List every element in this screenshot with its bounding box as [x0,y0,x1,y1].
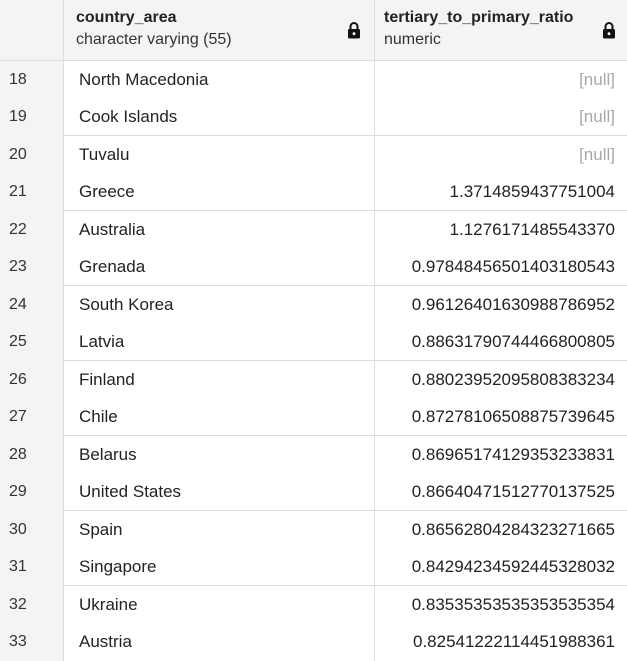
row-number[interactable]: 28 [0,436,63,474]
table-row[interactable]: 20Tuvalu[null] [0,135,627,174]
column-header-tertiary-ratio[interactable]: tertiary_to_primary_ratio numeric [374,0,627,60]
table-row[interactable]: 21Greece1.3714859437751004 [0,174,627,212]
cell-country-area[interactable]: Australia [63,211,374,249]
cell-tertiary-ratio[interactable]: 1.1276171485543370 [374,211,627,249]
grid-header: country_area character varying (55) tert… [0,0,627,61]
cell-tertiary-ratio[interactable]: 0.86965174129353233831 [374,436,627,474]
cell-tertiary-ratio[interactable]: [null] [374,136,627,174]
cell-tertiary-ratio[interactable]: 0.84294234592445328032 [374,549,627,587]
cell-tertiary-ratio[interactable]: 1.3714859437751004 [374,174,627,212]
grid-body: 18North Macedonia[null]19Cook Islands[nu… [0,61,627,661]
cell-country-area[interactable]: Austria [63,624,374,661]
cell-country-area[interactable]: Tuvalu [63,136,374,174]
cell-country-area[interactable]: Grenada [63,249,374,287]
row-number[interactable]: 26 [0,361,63,399]
table-row[interactable]: 29United States0.86640471512770137525 [0,474,627,512]
cell-country-area[interactable]: United States [63,474,374,512]
cell-tertiary-ratio[interactable]: 0.83535353535353535354 [374,586,627,624]
table-row[interactable]: 23Grenada0.97848456501403180543 [0,249,627,287]
cell-country-area[interactable]: South Korea [63,286,374,324]
table-row[interactable]: 28Belarus0.86965174129353233831 [0,435,627,474]
cell-tertiary-ratio[interactable]: 0.86562804284323271665 [374,511,627,549]
cell-country-area[interactable]: North Macedonia [63,61,374,99]
cell-tertiary-ratio[interactable]: 0.96126401630988786952 [374,286,627,324]
table-row[interactable]: 31Singapore0.84294234592445328032 [0,549,627,587]
lock-icon [347,21,361,39]
cell-tertiary-ratio[interactable]: [null] [374,61,627,99]
table-row[interactable]: 18North Macedonia[null] [0,61,627,99]
table-row[interactable]: 24South Korea0.96126401630988786952 [0,285,627,324]
table-row[interactable]: 27Chile0.87278106508875739645 [0,399,627,437]
cell-tertiary-ratio[interactable]: 0.88631790744466800805 [374,324,627,362]
row-number[interactable]: 22 [0,211,63,249]
result-grid: country_area character varying (55) tert… [0,0,627,661]
table-row[interactable]: 26Finland0.88023952095808383234 [0,360,627,399]
cell-country-area[interactable]: Latvia [63,324,374,362]
row-number[interactable]: 24 [0,286,63,324]
cell-country-area[interactable]: Finland [63,361,374,399]
lock-icon [602,21,616,39]
cell-country-area[interactable]: Spain [63,511,374,549]
table-row[interactable]: 25Latvia0.88631790744466800805 [0,324,627,362]
table-row[interactable]: 30Spain0.86562804284323271665 [0,510,627,549]
row-number[interactable]: 18 [0,61,63,99]
cell-tertiary-ratio[interactable]: 0.88023952095808383234 [374,361,627,399]
row-number[interactable]: 30 [0,511,63,549]
cell-tertiary-ratio[interactable]: 0.86640471512770137525 [374,474,627,512]
row-number[interactable]: 23 [0,249,63,287]
row-number[interactable]: 25 [0,324,63,362]
table-row[interactable]: 19Cook Islands[null] [0,99,627,137]
column-type: character varying (55) [76,29,374,51]
cell-tertiary-ratio[interactable]: [null] [374,99,627,137]
cell-country-area[interactable]: Greece [63,174,374,212]
column-name: tertiary_to_primary_ratio [384,8,627,28]
column-name: country_area [76,8,374,28]
row-number[interactable]: 29 [0,474,63,512]
row-number[interactable]: 20 [0,136,63,174]
table-row[interactable]: 22Australia1.1276171485543370 [0,210,627,249]
row-number[interactable]: 32 [0,586,63,624]
cell-country-area[interactable]: Ukraine [63,586,374,624]
row-number[interactable]: 33 [0,624,63,661]
cell-country-area[interactable]: Chile [63,399,374,437]
row-number-header[interactable] [0,0,63,60]
table-row[interactable]: 33Austria0.82541222114451988361 [0,624,627,661]
column-header-country-area[interactable]: country_area character varying (55) [63,0,374,60]
cell-country-area[interactable]: Belarus [63,436,374,474]
row-number[interactable]: 19 [0,99,63,137]
table-row[interactable]: 32Ukraine0.83535353535353535354 [0,585,627,624]
cell-tertiary-ratio[interactable]: 0.87278106508875739645 [374,399,627,437]
column-type: numeric [384,29,627,51]
cell-tertiary-ratio[interactable]: 0.97848456501403180543 [374,249,627,287]
cell-country-area[interactable]: Singapore [63,549,374,587]
row-number[interactable]: 31 [0,549,63,587]
cell-country-area[interactable]: Cook Islands [63,99,374,137]
cell-tertiary-ratio[interactable]: 0.82541222114451988361 [374,624,627,661]
row-number[interactable]: 27 [0,399,63,437]
row-number[interactable]: 21 [0,174,63,212]
